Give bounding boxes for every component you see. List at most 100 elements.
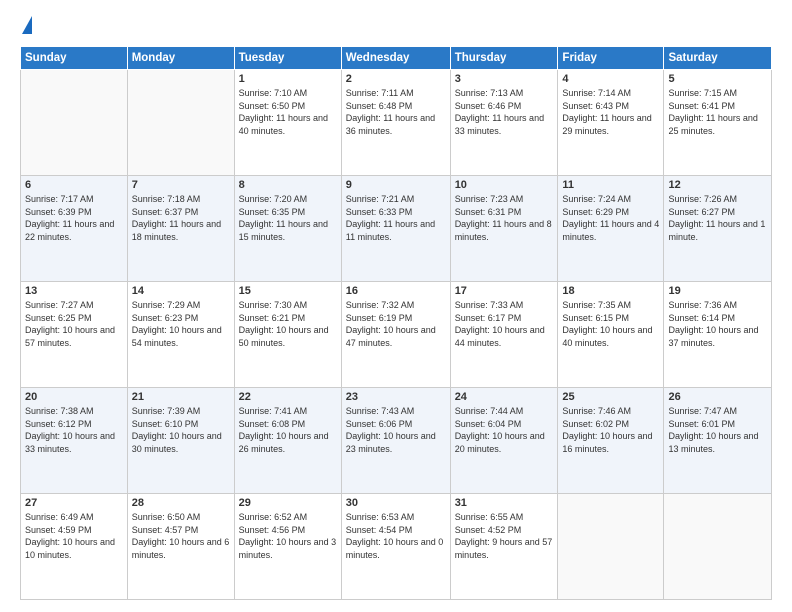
day-info: Sunrise: 7:24 AMSunset: 6:29 PMDaylight:… [562,193,659,243]
calendar-cell: 22Sunrise: 7:41 AMSunset: 6:08 PMDayligh… [234,388,341,494]
day-info: Sunrise: 7:10 AMSunset: 6:50 PMDaylight:… [239,87,337,137]
calendar-cell: 29 Sunrise: 6:52 AMSunset: 4:56 PMDayligh… [234,494,341,600]
day-info: Sunrise: 7:38 AMSunset: 6:12 PMDaylight:… [25,405,123,455]
weekday-header-row: SundayMondayTuesdayWednesdayThursdayFrid… [21,47,772,70]
week-row-4: 20 Sunrise: 7:38 AMSunset: 6:12 PMDayligh… [21,388,772,494]
day-number: 19 [668,285,767,297]
day-number: 6 [25,179,123,191]
logo [20,16,32,36]
calendar-page: SundayMondayTuesdayWednesdayThursdayFrid… [0,0,792,612]
day-number: 30 [346,497,446,509]
day-info: Sunrise: 7:13 AMSunset: 6:46 PMDaylight:… [455,87,554,137]
day-number: 4 [562,73,659,85]
day-number: 7 [132,179,230,191]
day-info: Sunrise: 7:46 AMSunset: 6:02 PMDaylight:… [562,405,659,455]
day-info: Sunrise: 7:29 AMSunset: 6:23 PMDaylight:… [132,299,230,349]
calendar-cell: 20 Sunrise: 7:38 AMSunset: 6:12 PMDayligh… [21,388,128,494]
calendar-cell [558,494,664,600]
calendar-cell [664,494,772,600]
day-info: Sunrise: 7:20 AMSunset: 6:35 PMDaylight:… [239,193,337,243]
calendar-cell: 12 Sunrise: 7:26 AMSunset: 6:27 PMDayligh… [664,176,772,282]
day-number: 12 [668,179,767,191]
day-number: 16 [346,285,446,297]
day-number: 20 [25,391,123,403]
calendar-cell: 30 Sunrise: 6:53 AMSunset: 4:54 PMDayligh… [341,494,450,600]
week-row-2: 6 Sunrise: 7:17 AMSunset: 6:39 PMDaylight… [21,176,772,282]
calendar-cell: 16 Sunrise: 7:32 AMSunset: 6:19 PMDayligh… [341,282,450,388]
day-number: 5 [668,73,767,85]
day-info: Sunrise: 7:32 AMSunset: 6:19 PMDaylight:… [346,299,446,349]
day-info: Sunrise: 7:43 AMSunset: 6:06 PMDaylight:… [346,405,446,455]
day-info: Sunrise: 7:15 AMSunset: 6:41 PMDaylight:… [668,87,767,137]
calendar-cell: 18Sunrise: 7:35 AMSunset: 6:15 PMDayligh… [558,282,664,388]
day-info: Sunrise: 7:26 AMSunset: 6:27 PMDaylight:… [668,193,767,243]
day-number: 11 [562,179,659,191]
day-number: 9 [346,179,446,191]
day-number: 28 [132,497,230,509]
calendar-cell: 15Sunrise: 7:30 AMSunset: 6:21 PMDayligh… [234,282,341,388]
calendar-cell: 10 Sunrise: 7:23 AMSunset: 6:31 PMDayligh… [450,176,558,282]
day-number: 23 [346,391,446,403]
calendar-table: SundayMondayTuesdayWednesdayThursdayFrid… [20,46,772,600]
calendar-cell: 24 Sunrise: 7:44 AMSunset: 6:04 PMDayligh… [450,388,558,494]
week-row-1: 1 Sunrise: 7:10 AMSunset: 6:50 PMDaylight… [21,70,772,176]
week-row-3: 13 Sunrise: 7:27 AMSunset: 6:25 PMDayligh… [21,282,772,388]
calendar-cell: 8 Sunrise: 7:20 AMSunset: 6:35 PMDaylight… [234,176,341,282]
day-number: 3 [455,73,554,85]
calendar-cell: 14 Sunrise: 7:29 AMSunset: 6:23 PMDayligh… [127,282,234,388]
calendar-cell: 1 Sunrise: 7:10 AMSunset: 6:50 PMDaylight… [234,70,341,176]
day-number: 17 [455,285,554,297]
weekday-header-friday: Friday [558,47,664,70]
day-number: 25 [562,391,659,403]
day-info: Sunrise: 7:36 AMSunset: 6:14 PMDaylight:… [668,299,767,349]
day-number: 10 [455,179,554,191]
calendar-cell: 4 Sunrise: 7:14 AMSunset: 6:43 PMDaylight… [558,70,664,176]
calendar-cell: 7 Sunrise: 7:18 AMSunset: 6:37 PMDaylight… [127,176,234,282]
day-info: Sunrise: 7:47 AMSunset: 6:01 PMDaylight:… [668,405,767,455]
day-info: Sunrise: 7:14 AMSunset: 6:43 PMDaylight:… [562,87,659,137]
calendar-cell: 23 Sunrise: 7:43 AMSunset: 6:06 PMDayligh… [341,388,450,494]
calendar-cell: 31 Sunrise: 6:55 AMSunset: 4:52 PMDayligh… [450,494,558,600]
weekday-header-tuesday: Tuesday [234,47,341,70]
day-info: Sunrise: 7:44 AMSunset: 6:04 PMDaylight:… [455,405,554,455]
day-number: 21 [132,391,230,403]
day-number: 14 [132,285,230,297]
calendar-cell: 28 Sunrise: 6:50 AMSunset: 4:57 PMDayligh… [127,494,234,600]
logo-triangle-icon [22,16,32,34]
day-info: Sunrise: 7:39 AMSunset: 6:10 PMDaylight:… [132,405,230,455]
day-number: 2 [346,73,446,85]
calendar-cell: 27Sunrise: 6:49 AMSunset: 4:59 PMDayligh… [21,494,128,600]
weekday-header-monday: Monday [127,47,234,70]
day-info: Sunrise: 6:55 AMSunset: 4:52 PMDaylight:… [455,511,554,561]
day-info: Sunrise: 7:17 AMSunset: 6:39 PMDaylight:… [25,193,123,243]
calendar-cell: 19 Sunrise: 7:36 AMSunset: 6:14 PMDayligh… [664,282,772,388]
calendar-cell: 21 Sunrise: 7:39 AMSunset: 6:10 PMDayligh… [127,388,234,494]
weekday-header-wednesday: Wednesday [341,47,450,70]
day-number: 24 [455,391,554,403]
calendar-cell: 25 Sunrise: 7:46 AMSunset: 6:02 PMDayligh… [558,388,664,494]
weekday-header-thursday: Thursday [450,47,558,70]
logo-text [20,16,32,36]
day-info: Sunrise: 7:18 AMSunset: 6:37 PMDaylight:… [132,193,230,243]
day-number: 26 [668,391,767,403]
calendar-cell: 13 Sunrise: 7:27 AMSunset: 6:25 PMDayligh… [21,282,128,388]
day-info: Sunrise: 7:23 AMSunset: 6:31 PMDaylight:… [455,193,554,243]
day-info: Sunrise: 6:53 AMSunset: 4:54 PMDaylight:… [346,511,446,561]
day-number: 29 [239,497,337,509]
day-info: Sunrise: 7:27 AMSunset: 6:25 PMDaylight:… [25,299,123,349]
day-number: 31 [455,497,554,509]
calendar-cell: 5 Sunrise: 7:15 AMSunset: 6:41 PMDaylight… [664,70,772,176]
day-number: 1 [239,73,337,85]
header [20,16,772,36]
day-number: 8 [239,179,337,191]
day-info: Sunrise: 6:49 AMSunset: 4:59 PMDaylight:… [25,511,123,561]
calendar-cell [21,70,128,176]
day-number: 15 [239,285,337,297]
calendar-cell [127,70,234,176]
calendar-cell: 17Sunrise: 7:33 AMSunset: 6:17 PMDayligh… [450,282,558,388]
weekday-header-sunday: Sunday [21,47,128,70]
calendar-cell: 3 Sunrise: 7:13 AMSunset: 6:46 PMDaylight… [450,70,558,176]
day-info: Sunrise: 6:50 AMSunset: 4:57 PMDaylight:… [132,511,230,561]
day-number: 13 [25,285,123,297]
day-info: Sunrise: 6:52 AMSunset: 4:56 PMDaylight:… [239,511,337,561]
